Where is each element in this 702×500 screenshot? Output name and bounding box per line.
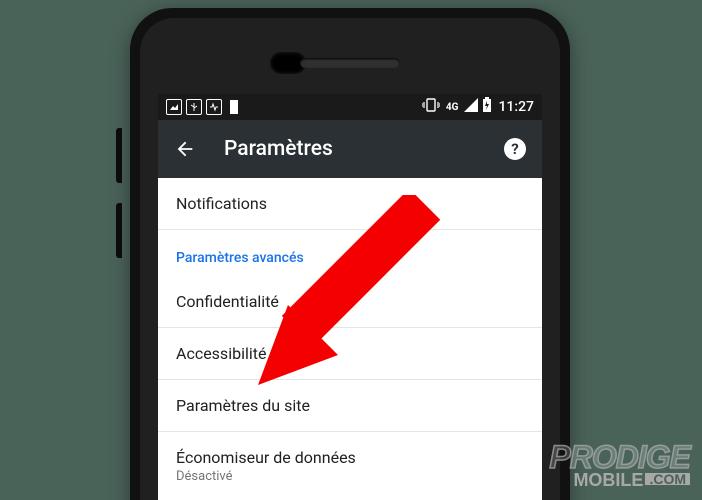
watermark-line3: .COM [645, 473, 690, 486]
row-data-saver[interactable]: Économiseur de données Désactivé [158, 432, 542, 500]
section-advanced: Paramètres avancés [158, 230, 542, 276]
app-bar: Paramètres ? [158, 120, 542, 178]
watermark: PRODIGE MOBILE.COM [549, 443, 690, 488]
settings-list: Notifications Paramètres avancés Confide… [158, 178, 542, 500]
battery-icon [482, 97, 492, 117]
row-notifications[interactable]: Notifications [158, 178, 542, 230]
back-button[interactable] [174, 138, 196, 160]
page-title: Paramètres [224, 137, 476, 161]
network-4g-label: 4G [446, 102, 459, 113]
row-label: Notifications [176, 194, 267, 213]
volume-up-button [116, 128, 122, 183]
watermark-line2: MOBILE [573, 470, 643, 490]
status-time: 11:27 [498, 99, 534, 115]
row-sublabel: Désactivé [176, 469, 524, 484]
activity-icon [206, 99, 222, 115]
earpiece [300, 58, 400, 68]
row-label: Économiseur de données [176, 448, 524, 467]
screen: 4G 11:27 Paramètres ? Notifications [158, 94, 542, 500]
signal-icon [464, 98, 478, 116]
sd-icon [226, 99, 242, 115]
phone-frame: 4G 11:27 Paramètres ? Notifications [130, 8, 570, 500]
status-bar: 4G 11:27 [158, 94, 542, 120]
help-button[interactable]: ? [504, 138, 526, 160]
row-label: Confidentialité [176, 292, 279, 311]
row-label: Accessibilité [176, 344, 266, 363]
volume-down-button [116, 203, 122, 258]
vibrate-icon [422, 98, 440, 116]
row-accessibilite[interactable]: Accessibilité [158, 328, 542, 380]
watermark-line1: PRODIGE [549, 443, 690, 472]
image-icon [166, 99, 182, 115]
row-confidentialite[interactable]: Confidentialité [158, 276, 542, 328]
row-label: Paramètres du site [176, 396, 310, 415]
usb-icon [186, 99, 202, 115]
row-site-settings[interactable]: Paramètres du site [158, 380, 542, 432]
